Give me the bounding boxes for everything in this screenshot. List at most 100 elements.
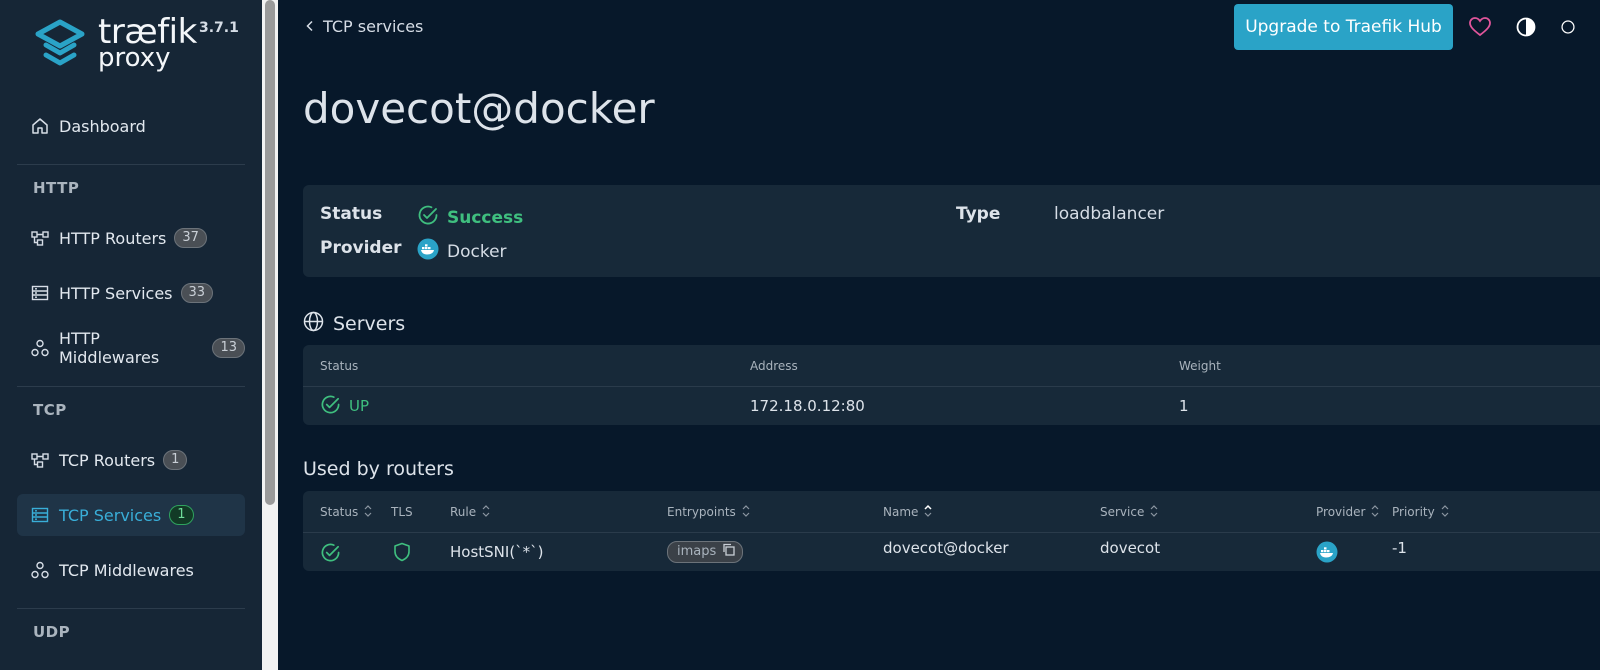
chevron-left-icon: [305, 17, 315, 36]
sidebar-item-dashboard[interactable]: Dashboard: [17, 105, 245, 147]
table-header: Status Address Weight: [303, 345, 1600, 387]
middleware-icon: [31, 339, 49, 357]
traefik-logo-icon: [35, 19, 85, 66]
sort-icon: [742, 504, 750, 521]
column-header-rule[interactable]: Rule: [450, 491, 490, 533]
count-badge: 33: [180, 283, 214, 303]
sidebar-item-label: HTTP Services: [59, 283, 173, 303]
servers-title-text: Servers: [333, 313, 406, 335]
sidebar-scrollbar[interactable]: [262, 0, 278, 670]
scrollbar-thumb[interactable]: [265, 0, 275, 505]
sidebar: træfik proxy 3.7.1 Dashboard HTTP HTTP R…: [0, 0, 262, 670]
routers-table: Status TLS Rule Entrypoints Name Service…: [303, 491, 1600, 571]
back-link-label: TCP services: [323, 17, 424, 36]
count-badge: 13: [212, 338, 245, 358]
column-header-status[interactable]: Status: [320, 491, 372, 533]
sidebar-item-label: HTTP Middlewares: [59, 329, 160, 367]
service-icon: [31, 506, 49, 524]
check-circle-icon: [417, 204, 439, 231]
sidebar-item-http-middlewares[interactable]: HTTP Middlewares 13: [17, 327, 245, 369]
logo-subtitle: proxy: [98, 43, 171, 73]
contrast-icon[interactable]: [1514, 15, 1538, 39]
sidebar-divider: [17, 386, 245, 387]
sidebar-item-label: TCP Services: [59, 505, 162, 525]
table-row[interactable]: HostSNI(`*`) imaps dovecot@docker doveco…: [303, 533, 1600, 571]
section-label-udp: UDP: [33, 623, 71, 641]
version-label: 3.7.1: [199, 20, 239, 36]
sort-icon: [1150, 504, 1158, 521]
sidebar-item-tcp-routers[interactable]: TCP Routers 1: [17, 439, 245, 481]
sidebar-divider: [17, 164, 245, 165]
router-icon: [31, 229, 49, 247]
docker-icon: [1316, 533, 1338, 571]
column-header-address: Address: [750, 359, 798, 373]
page-title: dovecot@docker: [303, 84, 655, 133]
heart-icon[interactable]: [1468, 15, 1492, 39]
router-priority: -1: [1392, 539, 1407, 557]
sort-icon: [1441, 504, 1449, 521]
globe-icon: [303, 311, 324, 337]
home-icon: [31, 117, 49, 135]
column-header-provider[interactable]: Provider: [1316, 491, 1379, 533]
back-link[interactable]: TCP services: [305, 17, 423, 36]
server-status: UP: [320, 387, 369, 425]
column-header-label: Service: [1100, 505, 1145, 519]
sidebar-item-http-services[interactable]: HTTP Services 33: [17, 272, 245, 314]
sort-icon: [482, 504, 490, 521]
traefik-logo[interactable]: træfik proxy 3.7.1: [34, 14, 264, 78]
sidebar-item-tcp-services[interactable]: TCP Services 1: [17, 494, 245, 536]
section-label-tcp: TCP: [33, 401, 67, 419]
count-badge: 1: [169, 505, 194, 525]
check-circle-icon: [320, 394, 341, 419]
server-status-text: UP: [349, 397, 370, 415]
servers-table: Status Address Weight UP 172.18.0.12:80 …: [303, 345, 1600, 425]
server-address: 172.18.0.12:80: [750, 397, 865, 415]
status-label: Status: [320, 204, 383, 224]
routers-section-title: Used by routers: [303, 458, 454, 480]
sort-icon: [1371, 504, 1379, 521]
docker-icon: [417, 238, 439, 265]
table-header: Status TLS Rule Entrypoints Name Service…: [303, 491, 1600, 533]
type-value: loadbalancer: [1054, 204, 1165, 224]
column-header-priority[interactable]: Priority: [1392, 491, 1449, 533]
router-name: dovecot@docker: [883, 539, 1009, 557]
sidebar-divider: [17, 608, 245, 609]
provider-label: Provider: [320, 238, 402, 258]
column-header-entrypoints[interactable]: Entrypoints: [667, 491, 750, 533]
column-header-status: Status: [320, 359, 359, 373]
sidebar-item-label: Dashboard: [59, 116, 146, 136]
column-header-label: Entrypoints: [667, 505, 736, 519]
router-rule: HostSNI(`*`): [450, 543, 544, 561]
column-header-label: Name: [883, 505, 919, 519]
server-weight: 1: [1179, 397, 1189, 415]
sidebar-item-http-routers[interactable]: HTTP Routers 37: [17, 217, 245, 259]
column-header-tls: TLS: [391, 505, 413, 519]
provider-value: Docker: [417, 238, 507, 265]
router-service: dovecot: [1100, 539, 1161, 557]
service-info-card: Status Success Provider Docker Type load…: [303, 185, 1600, 277]
upgrade-button[interactable]: Upgrade to Traefik Hub: [1234, 4, 1453, 50]
status-value: Success: [417, 204, 523, 231]
check-circle-icon: [320, 533, 341, 571]
column-header-label: Provider: [1316, 505, 1366, 519]
count-badge: 37: [174, 228, 207, 248]
sidebar-item-label: HTTP Routers: [59, 228, 167, 248]
entrypoint-chip[interactable]: imaps: [667, 541, 744, 563]
settings-icon[interactable]: [1561, 15, 1575, 39]
sidebar-item-tcp-middlewares[interactable]: TCP Middlewares: [17, 549, 245, 591]
sidebar-item-label: TCP Routers: [59, 450, 156, 470]
sidebar-item-label: TCP Middlewares: [59, 560, 194, 580]
column-header-name[interactable]: Name: [883, 491, 932, 533]
count-badge: 1: [163, 450, 188, 470]
column-header-label: Priority: [1392, 505, 1435, 519]
router-entrypoints: imaps: [667, 533, 744, 571]
table-row: UP 172.18.0.12:80 1: [303, 387, 1600, 425]
column-header-weight: Weight: [1179, 359, 1221, 373]
column-header-service[interactable]: Service: [1100, 491, 1158, 533]
column-header-label: Status: [320, 505, 359, 519]
sort-icon: [364, 504, 372, 521]
router-icon: [31, 451, 49, 469]
entrypoint-label: imaps: [677, 544, 717, 559]
copy-icon[interactable]: [722, 543, 735, 561]
column-header-label: Rule: [450, 505, 477, 519]
